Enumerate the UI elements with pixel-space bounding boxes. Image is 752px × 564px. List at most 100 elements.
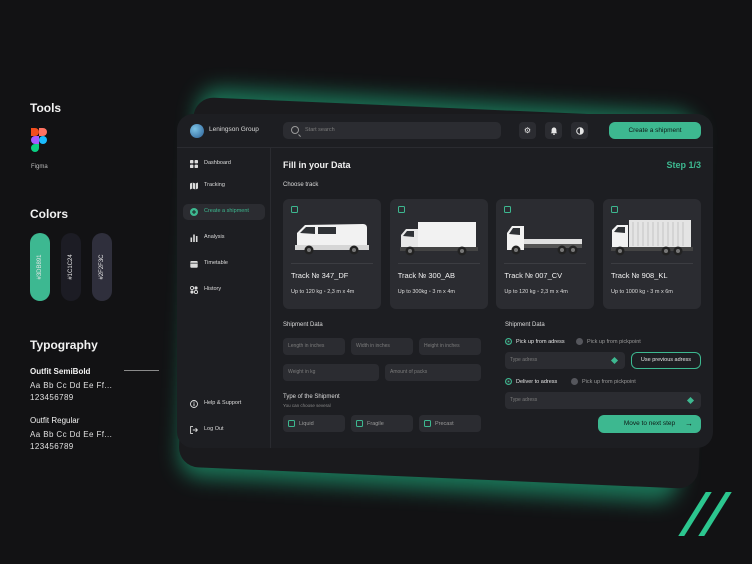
font-digits-regular: 123456789: [30, 442, 74, 451]
track-name: Track № 908_KL: [611, 271, 668, 280]
color-swatch-green: #3DB891: [30, 233, 50, 301]
choose-track-label: Choose track: [283, 182, 319, 188]
swatch-hex: #2F2F3C: [99, 254, 105, 280]
sidebar-item-create-shipment[interactable]: Create a shipment: [183, 204, 265, 220]
sidebar-item-label: Analysis: [204, 234, 225, 240]
track-dims: 2,3 m x 4m: [327, 289, 355, 295]
type-option-precast[interactable]: Precast: [419, 415, 481, 432]
plus-circle-icon: [190, 208, 198, 216]
location-icon[interactable]: [610, 356, 619, 365]
track-checkbox[interactable]: [504, 206, 512, 213]
color-swatch-gray: #2F2F3C: [92, 233, 112, 301]
track-weight: Up to 120 kg: [504, 289, 536, 295]
packs-field[interactable]: Amount of packs: [385, 364, 481, 381]
track-card[interactable]: Track № 300_AB Up to 300kg • 3 m x 4m: [389, 199, 488, 309]
sidebar-item-dashboard[interactable]: Dashboard: [183, 156, 265, 172]
track-card[interactable]: Track № 908_KL Up to 1000 kg • 3 m x 6m: [603, 199, 701, 309]
company-name: Leningson Group: [209, 126, 259, 133]
pickup-address-input[interactable]: Type adress: [505, 352, 625, 369]
pickup-address-radio[interactable]: [505, 338, 512, 345]
map-icon: [190, 182, 198, 190]
liquid-checkbox[interactable]: [288, 420, 295, 427]
company-logo-icon: [190, 124, 204, 138]
track-name: Track № 007_CV: [504, 271, 563, 280]
deliver-point-radio[interactable]: [571, 378, 578, 385]
logout-button[interactable]: Log Out: [183, 422, 265, 438]
search-placeholder: Start search: [305, 127, 335, 133]
fragile-checkbox[interactable]: [356, 420, 363, 427]
tools-heading: Tools: [30, 101, 62, 115]
location-icon[interactable]: [686, 396, 695, 405]
font-name-semibold: Outfit SemiBold: [30, 367, 91, 376]
sidebar-item-label: Dashboard: [204, 160, 231, 166]
swatch-hex: #3DB891: [37, 254, 43, 280]
typography-heading: Typography: [30, 338, 98, 352]
sidebar-item-analysis[interactable]: Analysis: [183, 230, 265, 246]
bell-icon: [550, 127, 557, 135]
type-option-fragile[interactable]: Fragile: [351, 415, 413, 432]
track-dims: 3 m x 4m: [432, 289, 455, 295]
deliver-point-label: Pick up from pickpoint: [582, 379, 636, 385]
track-checkbox[interactable]: [291, 206, 298, 213]
help-support-link[interactable]: Help & Support: [183, 396, 265, 412]
shipment-type-hint: You can choose several: [283, 403, 331, 408]
color-swatch-dark: #1C1C24: [61, 233, 81, 301]
sidebar-item-label: Create a shipment: [204, 208, 249, 214]
type-option-liquid[interactable]: Liquid: [283, 415, 345, 432]
colors-heading: Colors: [30, 207, 69, 221]
track-weight: Up to 120 kg: [291, 289, 323, 295]
use-previous-address-button[interactable]: Use previous adress: [631, 352, 701, 369]
track-checkbox[interactable]: [611, 206, 618, 213]
track-name: Track № 347_DF: [291, 271, 349, 280]
deliver-address-label: Deliver to adress: [516, 379, 558, 385]
settings-button[interactable]: ⚙: [519, 122, 536, 139]
track-card[interactable]: Track № 007_CV Up to 120 kg • 2,3 m x 4m: [496, 199, 595, 309]
next-step-button[interactable]: Move to next step →: [598, 415, 701, 433]
weight-placeholder: Weight in kg: [288, 369, 316, 375]
track-checkbox[interactable]: [397, 206, 405, 213]
width-field[interactable]: Width in inches: [351, 338, 413, 355]
search-input[interactable]: Start search: [283, 122, 501, 139]
next-step-label: Move to next step: [623, 420, 676, 427]
length-placeholder: Length in inches: [288, 343, 325, 349]
track-specs: Up to 1000 kg • 3 m x 6m: [611, 289, 673, 295]
bar-chart-icon: [190, 234, 198, 242]
pickup-point-radio[interactable]: [576, 338, 583, 345]
flatbed-truck-icon: [507, 226, 583, 255]
precast-checkbox[interactable]: [424, 420, 431, 427]
arrow-right-icon: →: [685, 419, 693, 428]
notifications-button[interactable]: [545, 122, 562, 139]
sidebar-item-tracking[interactable]: Tracking: [183, 178, 265, 194]
top-bar: Leningson Group Start search ⚙ Create a …: [177, 114, 713, 148]
height-field[interactable]: Height in inches: [419, 338, 481, 355]
font-digits-semibold: 123456789: [30, 393, 74, 402]
divider: [397, 263, 480, 264]
deliver-address-radio[interactable]: [505, 378, 512, 385]
divider: [124, 370, 159, 371]
type-label: Precast: [435, 420, 454, 427]
swatch-hex: #1C1C24: [68, 254, 74, 280]
track-dims: 3 m x 6m: [650, 289, 673, 295]
logout-label: Log Out: [204, 426, 224, 432]
help-label: Help & Support: [204, 400, 242, 406]
sidebar-item-timetable[interactable]: Timetable: [183, 256, 265, 272]
type-label: Fragile: [367, 420, 384, 427]
track-specs: Up to 120 kg • 2,3 m x 4m: [291, 289, 355, 295]
delivery-address-input[interactable]: Type adress: [505, 392, 701, 409]
track-weight: Up to 1000 kg: [611, 289, 646, 295]
font-sample-regular: Aa Bb Cc Dd Ee Ff...: [30, 430, 113, 439]
track-specs: Up to 300kg • 3 m x 4m: [397, 289, 455, 295]
width-placeholder: Width in inches: [356, 343, 390, 349]
length-field[interactable]: Length in inches: [283, 338, 345, 355]
font-sample-semibold: Aa Bb Cc Dd Ee Ff...: [30, 381, 113, 390]
history-icon: [190, 286, 198, 294]
app-window: Leningson Group Start search ⚙ Create a …: [177, 114, 713, 448]
sidebar-item-history[interactable]: History: [183, 282, 265, 298]
type-label: Liquid: [299, 420, 314, 427]
theme-toggle-button[interactable]: [571, 122, 588, 139]
weight-field[interactable]: Weight in kg: [283, 364, 379, 381]
create-shipment-button[interactable]: Create a shipment: [609, 122, 701, 139]
sidebar-item-label: History: [204, 286, 222, 292]
shipment-data-heading: Shipment Data: [283, 322, 323, 328]
track-card[interactable]: Track № 347_DF Up to 120 kg • 2,3 m x 4m: [283, 199, 381, 309]
